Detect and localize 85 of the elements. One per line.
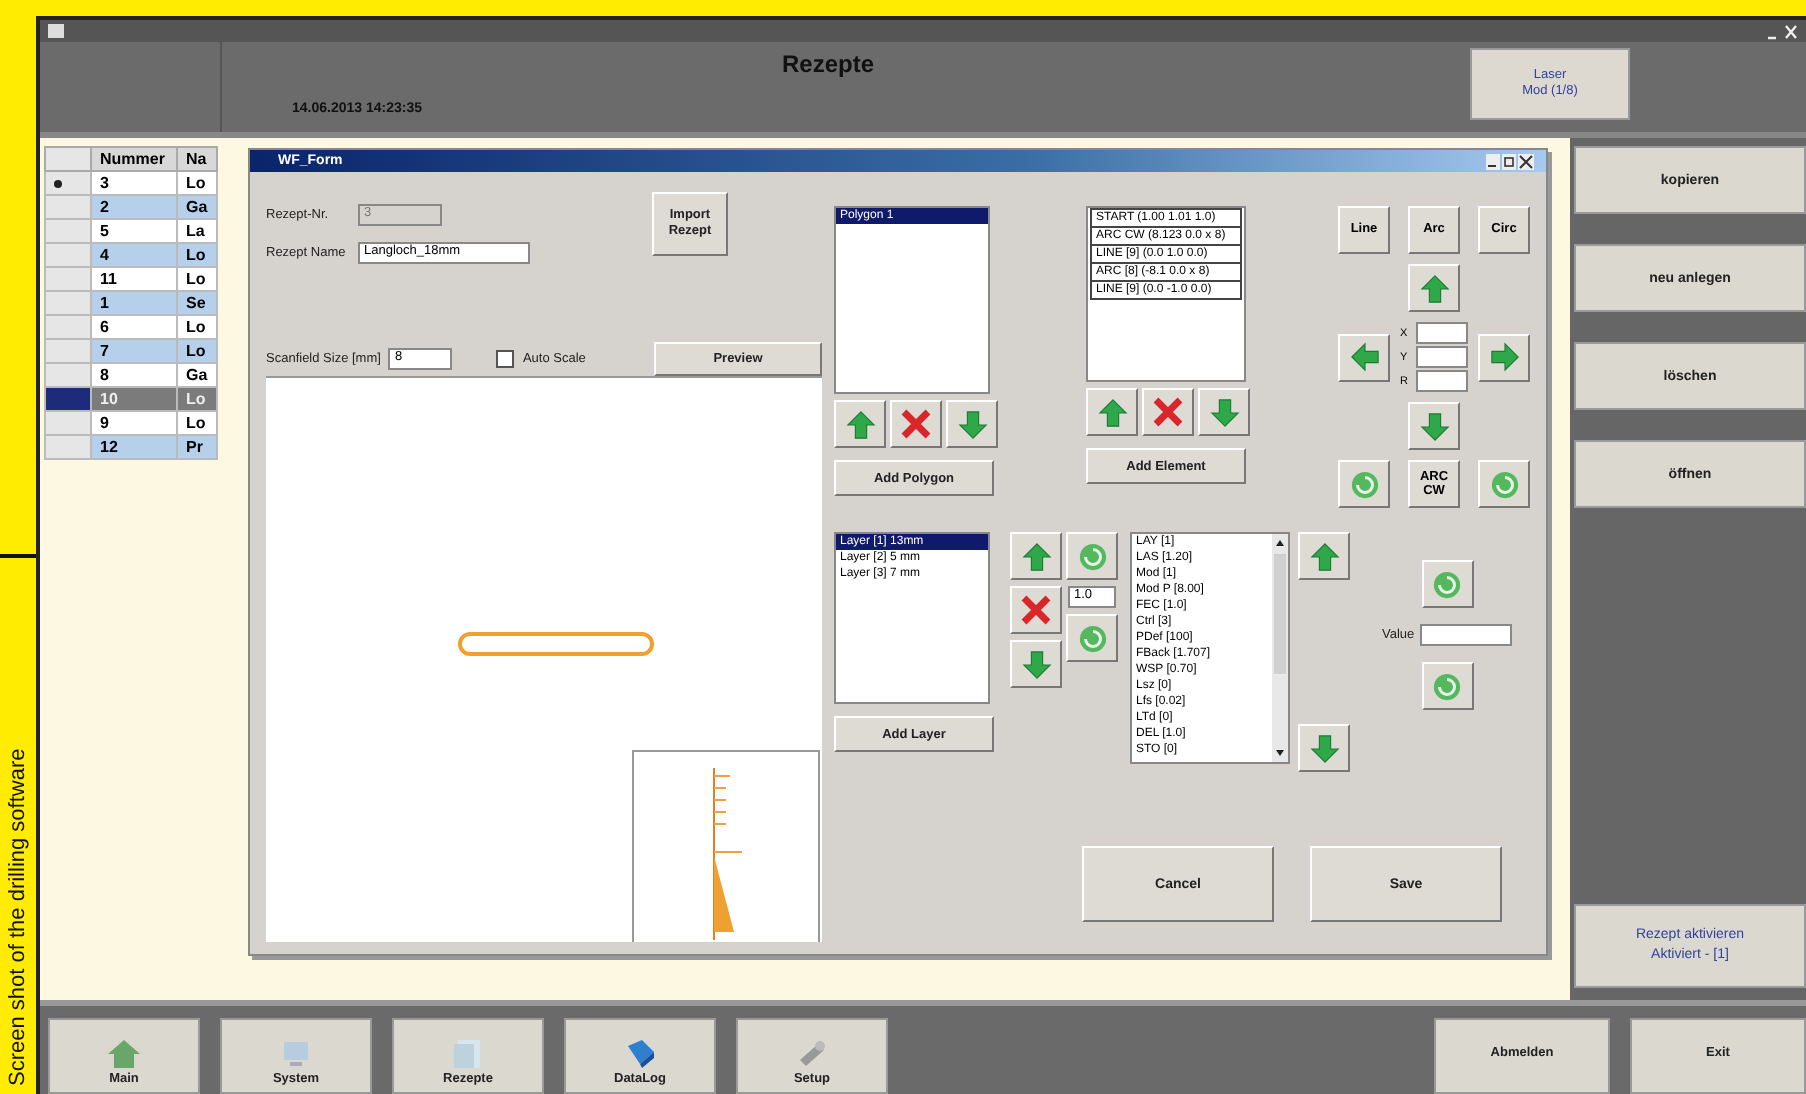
delete-button[interactable] [1010,586,1062,634]
window-controls-icon[interactable] [1486,153,1534,169]
app-icon [48,24,64,38]
value-field[interactable] [1420,624,1513,646]
arrow-icon [1021,541,1051,571]
move-up-button[interactable] [834,400,886,448]
arrow-icon [1097,397,1127,427]
table-header-cell [45,147,91,171]
rotate-button[interactable] [1338,460,1390,508]
move-down-button[interactable] [1298,724,1350,772]
delete-button[interactable] [1142,388,1194,436]
table-cell[interactable]: 12 [91,435,177,459]
arrow-icon [1309,733,1339,763]
arrow-icon [1309,541,1339,571]
table-cell[interactable]: 3 [91,171,177,195]
move-up-button[interactable] [1408,264,1460,312]
delete-icon [1020,594,1052,626]
page-title: Rezepte [782,50,875,78]
arrow-icon [1021,649,1051,679]
coordinate-field[interactable] [1416,346,1468,368]
table-cell[interactable]: 4 [91,243,177,267]
coordinate-field[interactable] [1416,370,1468,392]
arrow-icon [1419,411,1449,441]
scrollbar[interactable] [1272,534,1288,762]
row-header-cell[interactable] [45,291,91,315]
move-up-button[interactable] [1086,388,1138,436]
table-cell[interactable]: 6 [91,315,177,339]
arrow-icon [845,409,875,439]
rotate-icon [1432,569,1463,599]
row-header-cell[interactable] [45,435,91,459]
row-header-cell[interactable] [45,171,91,195]
column-header: Na [177,147,217,171]
move-down-button[interactable] [1010,640,1062,688]
rotate-icon [1432,671,1463,701]
table-cell[interactable]: 2 [91,195,177,219]
move-down-button[interactable] [946,400,998,448]
wrench-icon [796,1040,828,1068]
arrow-icon [1349,342,1379,372]
delete-icon [1152,396,1184,428]
increase-button[interactable] [1421,560,1474,608]
arrow-icon [1489,342,1519,372]
move-up-button[interactable] [1298,532,1350,580]
row-header-cell[interactable] [45,243,91,267]
auto-scale-checkbox[interactable] [496,349,515,367]
arrow-icon [1209,397,1239,427]
table-cell[interactable]: 5 [91,219,177,243]
move-left-button[interactable] [1338,333,1390,381]
decrease-button[interactable] [1066,614,1118,662]
delete-button[interactable] [890,400,942,448]
rotate-icon [1349,469,1379,499]
table-cell[interactable]: 1 [91,291,177,315]
figure-caption: Screen shot of the drilling software [6,748,30,1086]
table-cell[interactable]: 8 [91,363,177,387]
row-header-cell[interactable] [45,267,91,291]
column-header: Nummer [91,147,177,171]
row-header-cell[interactable] [45,195,91,219]
row-header-cell[interactable] [45,363,91,387]
database-icon [624,1040,656,1068]
row-header-cell[interactable] [45,315,91,339]
computer-icon [280,1040,312,1068]
current-row-icon [54,180,62,188]
row-header-cell[interactable] [45,387,91,411]
coordinate-field[interactable] [1416,322,1468,344]
table-cell[interactable]: 10 [91,387,177,411]
increase-button[interactable] [1066,532,1118,580]
rotate-icon [1077,623,1107,653]
delete-icon [900,408,932,440]
table-cell[interactable]: 11 [91,267,177,291]
arrow-icon [957,409,987,439]
arrow-icon [1419,273,1449,303]
table-cell[interactable]: 9 [91,411,177,435]
move-up-button[interactable] [1010,532,1062,580]
table-cell[interactable]: 7 [91,339,177,363]
decrease-button[interactable] [1421,662,1474,710]
house-icon [108,1040,140,1068]
row-header-cell[interactable] [45,219,91,243]
move-down-button[interactable] [1408,402,1460,450]
rotate-button[interactable] [1478,460,1530,508]
rotate-icon [1489,469,1519,499]
row-header-cell[interactable] [45,411,91,435]
rotate-icon [1077,541,1107,571]
document-icon [452,1040,484,1068]
row-header-cell[interactable] [45,339,91,363]
move-right-button[interactable] [1478,333,1530,381]
move-down-button[interactable] [1198,388,1250,436]
